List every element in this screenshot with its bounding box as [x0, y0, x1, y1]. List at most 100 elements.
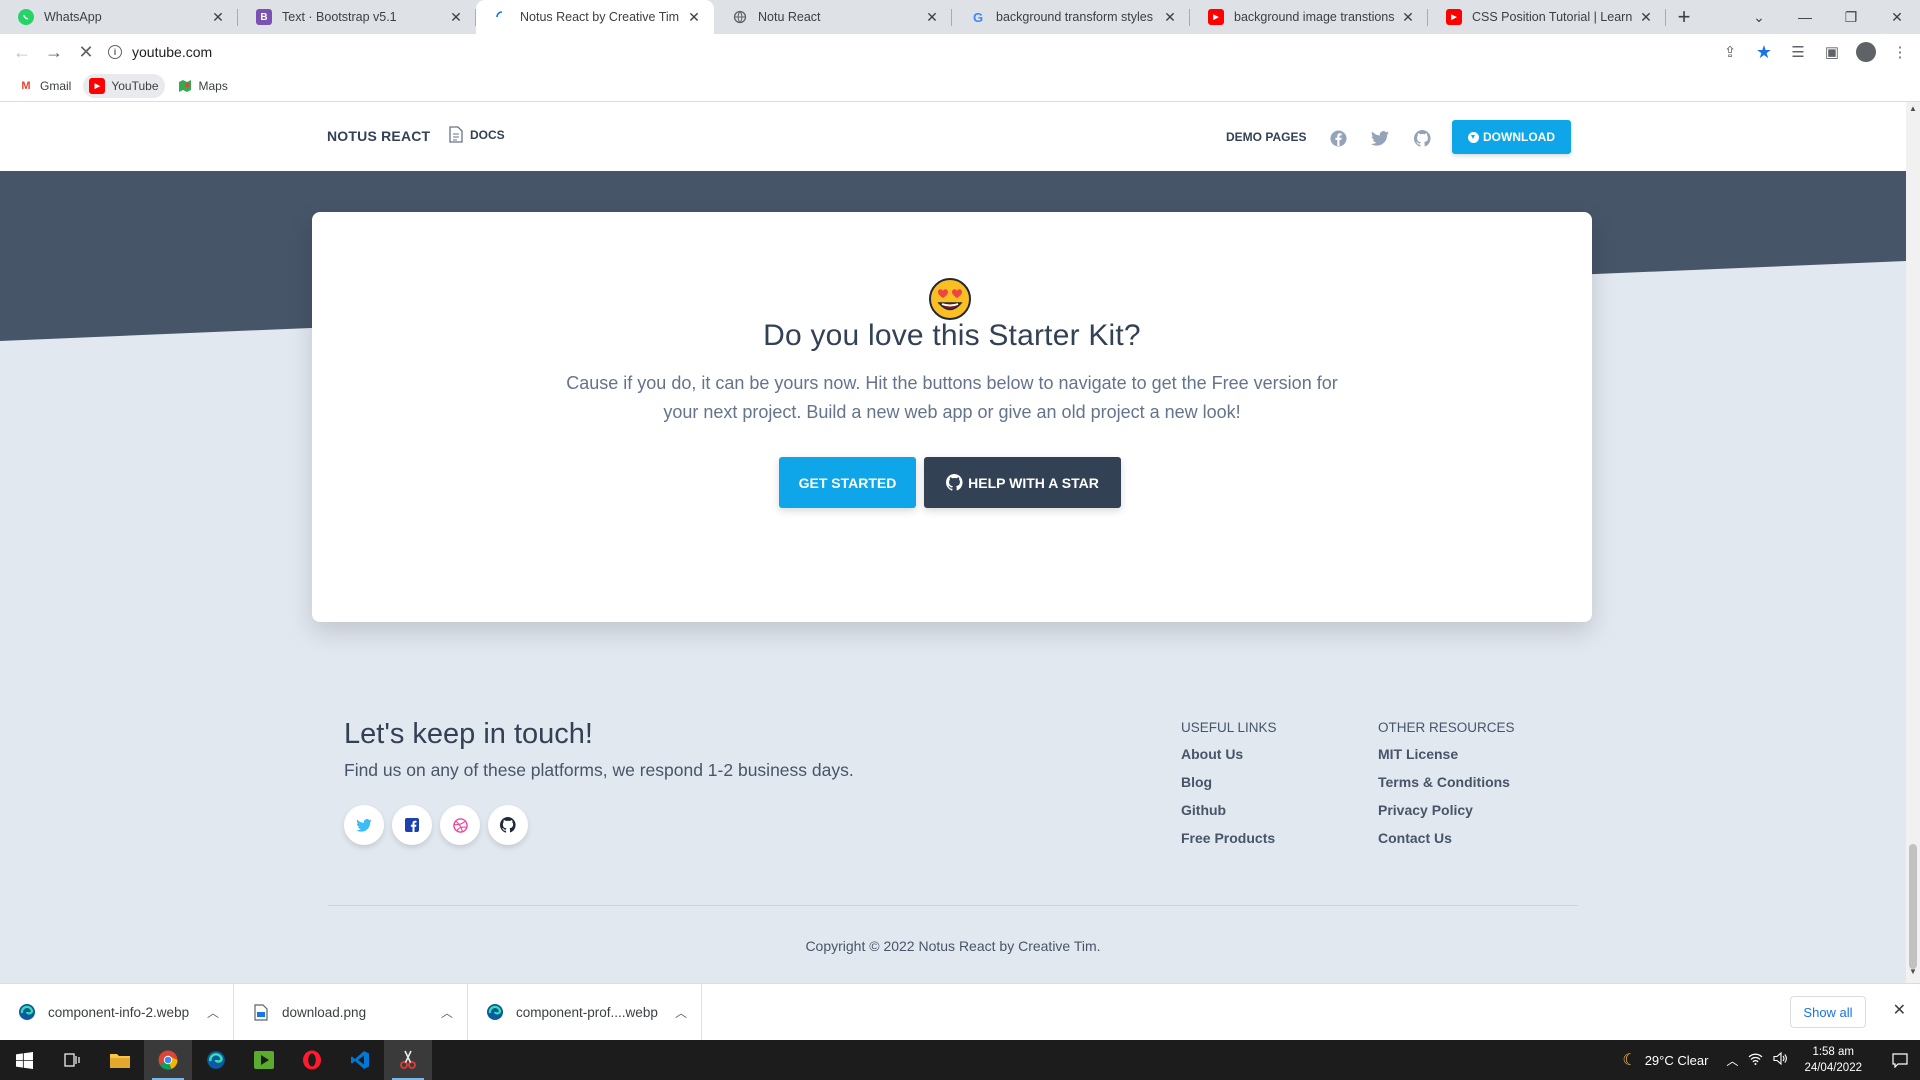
download-item[interactable]: download.png ︿: [234, 983, 468, 1041]
bookmark-gmail[interactable]: M Gmail: [12, 74, 77, 98]
edge-icon[interactable]: [192, 1040, 240, 1080]
help-with-star-label: HELP WITH A STAR: [968, 474, 1099, 491]
get-started-button[interactable]: GET STARTED: [779, 457, 916, 508]
side-panel-icon[interactable]: ▣: [1822, 42, 1842, 62]
start-button[interactable]: [0, 1040, 48, 1080]
download-label: DOWNLOAD: [1483, 130, 1555, 144]
download-filename: download.png: [282, 1004, 367, 1020]
weather-widget[interactable]: ☾ 29°C Clear: [1622, 1050, 1708, 1070]
chevron-up-icon[interactable]: ︿: [441, 1004, 453, 1021]
forward-icon[interactable]: →: [38, 36, 70, 68]
google-icon: G: [972, 9, 984, 25]
reading-list-icon[interactable]: ☰: [1788, 42, 1808, 62]
docs-label: DOCS: [470, 127, 505, 142]
scrollbar-thumb[interactable]: [1909, 844, 1917, 969]
cta-card: Do you love this Starter Kit? Cause if y…: [312, 212, 1592, 622]
opera-icon[interactable]: [288, 1040, 336, 1080]
profile-avatar[interactable]: [1856, 42, 1876, 62]
bookmark-maps[interactable]: Maps: [171, 74, 234, 98]
address-toolbar: ← → ✕ i youtube.com ⇪ ★ ☰ ▣ ⋮: [0, 34, 1920, 70]
github-icon[interactable]: [1410, 126, 1434, 150]
twitter-icon[interactable]: [1368, 126, 1392, 150]
file-explorer-icon[interactable]: [96, 1040, 144, 1080]
tab-youtube-2[interactable]: ▶ CSS Position Tutorial | Learn CSS ✕: [1428, 0, 1666, 34]
bookmark-label: Gmail: [40, 78, 72, 93]
snipping-tool-icon[interactable]: [384, 1040, 432, 1080]
footer-link-contact[interactable]: Contact Us: [1378, 829, 1515, 857]
tab-search-icon[interactable]: ⌄: [1736, 0, 1782, 34]
tab-notus-react-active[interactable]: Notus React by Creative Tim | Fr ✕: [476, 0, 714, 34]
new-tab-button[interactable]: +: [1666, 0, 1702, 34]
tab-title: CSS Position Tutorial | Learn CSS: [1472, 10, 1632, 24]
vscode-icon[interactable]: [336, 1040, 384, 1080]
close-window-button[interactable]: ✕: [1874, 0, 1920, 34]
footer-link-blog[interactable]: Blog: [1181, 773, 1277, 801]
wifi-icon[interactable]: [1748, 1053, 1763, 1068]
close-icon[interactable]: ✕: [924, 9, 940, 26]
menu-icon[interactable]: ⋮: [1890, 42, 1910, 62]
back-icon[interactable]: ←: [6, 36, 38, 68]
globe-icon: [732, 9, 748, 25]
bookmark-youtube[interactable]: ▶ YouTube: [83, 73, 165, 98]
footer-link-terms[interactable]: Terms & Conditions: [1378, 773, 1515, 801]
github-icon[interactable]: [488, 805, 528, 845]
facebook-icon[interactable]: [392, 805, 432, 845]
media-player-icon[interactable]: [240, 1040, 288, 1080]
site-brand[interactable]: NOTUS REACT: [327, 128, 430, 144]
share-icon[interactable]: ⇪: [1720, 42, 1740, 62]
gmail-icon: M: [21, 79, 31, 92]
page-scrollbar[interactable]: ▲ ▼: [1906, 102, 1920, 983]
maps-icon: [177, 78, 193, 94]
dribbble-icon[interactable]: [440, 805, 480, 845]
tab-title: Notu React: [758, 10, 821, 24]
footer-link-about-us[interactable]: About Us: [1181, 745, 1277, 773]
chevron-up-icon[interactable]: ︿: [1726, 1052, 1738, 1069]
demo-pages-dropdown[interactable]: DEMO PAGES: [1226, 130, 1306, 144]
footer-link-mit-license[interactable]: MIT License: [1378, 745, 1515, 773]
close-icon[interactable]: ✕: [1893, 1000, 1906, 1020]
docs-link[interactable]: DOCS: [449, 126, 505, 143]
volume-icon[interactable]: [1773, 1051, 1788, 1068]
tab-youtube-1[interactable]: ▶ background image transtions bo ✕: [1190, 0, 1428, 34]
tab-title: background image transtions bo: [1234, 10, 1394, 24]
footer-link-free-products[interactable]: Free Products: [1181, 829, 1277, 857]
help-with-star-button[interactable]: HELP WITH A STAR: [924, 457, 1121, 508]
other-resources-heading: OTHER RESOURCES: [1378, 720, 1515, 735]
whatsapp-icon: [18, 9, 34, 25]
close-icon[interactable]: ✕: [448, 9, 464, 26]
site-info-icon[interactable]: i: [108, 45, 122, 59]
task-view-icon[interactable]: [48, 1040, 96, 1080]
show-all-button[interactable]: Show all: [1790, 996, 1866, 1028]
minimize-button[interactable]: —: [1782, 0, 1828, 34]
close-icon[interactable]: ✕: [686, 9, 702, 26]
tab-notu-react[interactable]: Notu React ✕: [714, 0, 952, 34]
tab-google-search[interactable]: G background transform styles bo ✕: [952, 0, 1190, 34]
footer-link-github[interactable]: Github: [1181, 801, 1277, 829]
tab-bootstrap[interactable]: B Text · Bootstrap v5.1 ✕: [238, 0, 476, 34]
windows-icon: [15, 1051, 33, 1069]
download-item[interactable]: component-prof....webp ︿: [468, 983, 702, 1041]
facebook-icon[interactable]: [1326, 126, 1350, 150]
chevron-up-icon[interactable]: ︿: [207, 1004, 219, 1021]
footer-link-privacy[interactable]: Privacy Policy: [1378, 801, 1515, 829]
document-icon: [449, 126, 463, 143]
close-icon[interactable]: ✕: [1400, 9, 1416, 26]
download-item[interactable]: component-info-2.webp ︿: [0, 983, 234, 1041]
close-icon[interactable]: ✕: [1162, 9, 1178, 26]
chrome-icon[interactable]: [144, 1040, 192, 1080]
bookmark-star-icon[interactable]: ★: [1754, 42, 1774, 62]
restore-button[interactable]: ❐: [1828, 0, 1874, 34]
tab-whatsapp[interactable]: WhatsApp ✕: [0, 0, 238, 34]
chevron-up-icon[interactable]: ︿: [675, 1004, 687, 1021]
close-icon[interactable]: ✕: [210, 9, 226, 26]
address-bar[interactable]: i youtube.com: [108, 37, 1758, 67]
scroll-down-icon[interactable]: ▼: [1906, 967, 1920, 981]
download-button[interactable]: DOWNLOAD: [1452, 120, 1571, 154]
twitter-icon[interactable]: [344, 805, 384, 845]
close-icon[interactable]: ✕: [1638, 9, 1654, 26]
notifications-icon[interactable]: [1880, 1052, 1920, 1068]
stop-icon[interactable]: ✕: [70, 36, 102, 68]
system-clock[interactable]: 1:58 am 24/04/2022: [1804, 1044, 1862, 1076]
scroll-up-icon[interactable]: ▲: [1906, 104, 1920, 118]
heart-eyes-emoji: [929, 278, 971, 320]
